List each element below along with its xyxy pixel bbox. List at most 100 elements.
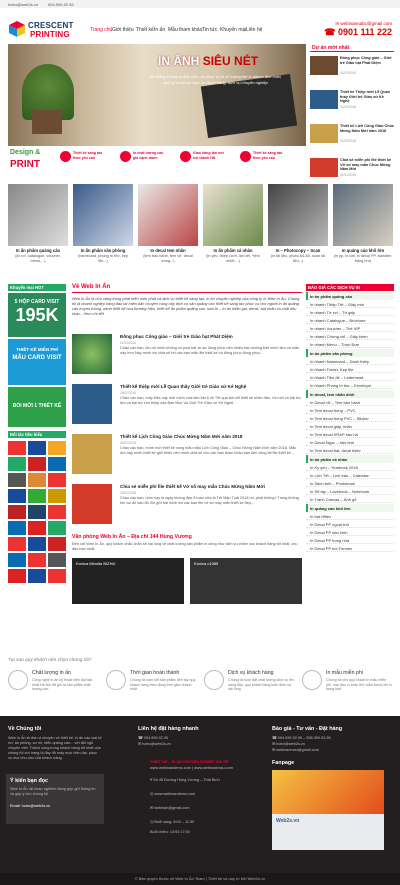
product-card[interactable]: In ấn phẩm quảng cáo (tờ rơi, catalogue, … bbox=[8, 184, 68, 271]
product-card[interactable]: In ấn phẩm cá nhân (in yêu, thiệp cưới, l… bbox=[203, 184, 263, 271]
hotline-phone[interactable]: ☎ 0901 111 222 bbox=[324, 27, 392, 38]
nav-samples[interactable]: Mẫu tham khảo bbox=[168, 27, 202, 33]
price-item[interactable]: In nhanh Menu – Thực Đơn bbox=[306, 340, 394, 348]
partner-logo[interactable] bbox=[8, 505, 26, 519]
nav-about[interactable]: Giới thiệu bbox=[112, 27, 134, 33]
price-item[interactable]: In Tranh Canvas – Ảnh gỗ bbox=[306, 495, 394, 503]
price-item[interactable]: In Decal PP bồi Formex bbox=[306, 544, 394, 552]
promo-banner-3[interactable]: ĐỔI MỚI 1 THIẾT KẾ bbox=[8, 387, 66, 427]
price-item[interactable]: In Tem decal KRAP bảo hà bbox=[306, 430, 394, 438]
partner-logo[interactable] bbox=[28, 489, 46, 503]
partner-logo[interactable] bbox=[48, 505, 66, 519]
machine-photo-1[interactable]: Konica Minolta BIZHU bbox=[72, 558, 184, 604]
price-group[interactable]: In decal, tem nhãn dính bbox=[306, 390, 394, 398]
partner-logo[interactable] bbox=[48, 537, 66, 551]
price-item[interactable]: In bạt Hiflex bbox=[306, 512, 394, 520]
news-item[interactable]: Chia sẻ miễn phí file thiết kế Vở số may… bbox=[310, 158, 394, 182]
nav-home[interactable]: Trang chủ bbox=[90, 27, 112, 33]
partner-logo[interactable] bbox=[48, 441, 66, 455]
price-item[interactable]: In Decal PP ngoài trời bbox=[306, 520, 394, 528]
price-item[interactable]: In nhanh Tờ rơi – Tờ gấp bbox=[306, 308, 394, 316]
price-group[interactable]: In ấn phẩm văn phòng bbox=[306, 349, 394, 357]
partner-logo[interactable] bbox=[48, 489, 66, 503]
price-item[interactable]: In Tem decal bạt, decal thiếc bbox=[306, 446, 394, 454]
article-item[interactable]: Thiết kế thiệp mời Lễ Quan thầy Giới trẻ… bbox=[72, 384, 302, 430]
partner-logo[interactable] bbox=[28, 569, 46, 583]
article-item[interactable]: Thiết kế Lịch Công Giáo Chúc Mừng Năm Mớ… bbox=[72, 434, 302, 480]
company-sites[interactable]: www.webinandemo.com | www.webinanmau.com bbox=[150, 766, 233, 771]
footer-order-email[interactable]: ✉ hotro@web2s.vn bbox=[138, 742, 171, 747]
partner-logo[interactable] bbox=[28, 473, 46, 487]
partner-logo[interactable] bbox=[8, 537, 26, 551]
news-item[interactable]: Thiết kế Thiệp mời Lễ Quan thầy Giới trẻ… bbox=[310, 90, 394, 114]
news-item[interactable]: Thiết kế Lịch Công Giáo Chúc Mừng Năm Mớ… bbox=[310, 124, 394, 148]
partner-logo[interactable] bbox=[8, 457, 26, 471]
product-card[interactable]: In decal tem nhãn (tem bảo hành, tem vỡ, … bbox=[138, 184, 198, 271]
partner-logo[interactable] bbox=[8, 441, 26, 455]
nav-contact[interactable]: Liên hệ bbox=[246, 27, 262, 33]
product-card[interactable]: In – Photocopy – Scan (in tài liệu, photo… bbox=[268, 184, 328, 271]
partner-logo[interactable] bbox=[28, 505, 46, 519]
price-item[interactable]: In Lịch Tết – Lịch bàn – Calendar bbox=[306, 471, 394, 479]
nav-news[interactable]: Tin tức bbox=[202, 27, 217, 33]
news-item[interactable]: Đồng phục Công giáo – Giới trẻ Giáo hạt … bbox=[310, 56, 394, 80]
promo-banner-2[interactable]: THIẾT KẾ MIỄN PHÍ MẪU CARD VISIT bbox=[8, 339, 66, 385]
promo-banner-1[interactable]: 5 HỘP CARD VISIT 195K bbox=[8, 293, 66, 337]
partner-logo[interactable] bbox=[28, 441, 46, 455]
fanpage-widget[interactable]: Web2s.vn bbox=[272, 770, 384, 850]
partner-logo[interactable] bbox=[48, 457, 66, 471]
partner-logo[interactable] bbox=[8, 489, 26, 503]
price-group[interactable]: In ấn phẩm quảng cáo bbox=[306, 292, 394, 300]
nav-promo[interactable]: Khuyến mại bbox=[220, 27, 246, 33]
price-item[interactable]: In nhanh Namecard – Danh thiếp bbox=[306, 357, 394, 365]
topbar-email[interactable]: hotro@web2s.vn bbox=[8, 2, 38, 7]
fanpage-name[interactable]: Web2s.vn bbox=[276, 818, 299, 824]
partner-logo[interactable] bbox=[8, 553, 26, 567]
partner-logo[interactable] bbox=[28, 457, 46, 471]
footer-quote-phone[interactable]: ☎ 094.999.92.95 – 098.399.92.95 bbox=[272, 736, 331, 741]
price-item[interactable]: In Tem decal trong – PVC bbox=[306, 406, 394, 414]
partner-logo[interactable] bbox=[28, 537, 46, 551]
footer-quote-email2[interactable]: ✉ webinanmau@gmail.com bbox=[272, 748, 319, 753]
price-item[interactable]: In Tem decal giấy, nhãn bbox=[306, 422, 394, 430]
price-group[interactable]: In quảng cáo khổ lớn bbox=[306, 504, 394, 512]
company-mail[interactable]: ✉ webinan@gmail.com bbox=[150, 806, 190, 811]
hero-banner[interactable]: IN ẤNH SIÊU NÉT Hệ thống 6 máy in ảnh si… bbox=[8, 44, 306, 146]
partner-logo[interactable] bbox=[28, 553, 46, 567]
article-item[interactable]: Đồng phục Công giáo – Giới trẻ Giáo hạt … bbox=[72, 334, 302, 380]
partner-logo[interactable] bbox=[8, 521, 26, 535]
price-item[interactable]: In nhanh Catalogue – Brochure bbox=[306, 316, 394, 324]
price-item[interactable]: In Sách ảnh – Photobook bbox=[306, 479, 394, 487]
product-card[interactable]: In quảng cáo khổ lớn (in pp, in bạt, in d… bbox=[333, 184, 393, 271]
price-item[interactable]: In nhanh Folder, Kẹp file bbox=[306, 365, 394, 373]
price-item[interactable]: In nhanh Thiệp Tết – Giấy mời bbox=[306, 300, 394, 308]
footer-quote-email[interactable]: ✉ hotro@web2s.vn bbox=[272, 742, 305, 747]
logo[interactable]: CRESCENT PRINTING bbox=[8, 19, 73, 41]
partner-logo[interactable] bbox=[48, 521, 66, 535]
partner-logo[interactable] bbox=[48, 553, 66, 567]
partner-logo[interactable] bbox=[28, 521, 46, 535]
footer-order-phone[interactable]: ☎ 094.999.92.95 bbox=[138, 736, 168, 741]
nav-design[interactable]: Thiết kế bbox=[136, 27, 154, 33]
price-item[interactable]: In Kỷ yếu – Yearbook 2018 bbox=[306, 463, 394, 471]
price-item[interactable]: In nhanh Phong bì thư – Envelope bbox=[306, 381, 394, 389]
price-item[interactable]: In nhanh Voucher – Thẻ VIP bbox=[306, 324, 394, 332]
machine-photo-2[interactable]: Konica c1085 bbox=[190, 558, 302, 604]
article-item[interactable]: Chia sẻ miễn phí file thiết kế Vở số may… bbox=[72, 484, 302, 530]
price-item[interactable]: In Decal vỡ – Tem bảo hành bbox=[306, 398, 394, 406]
price-item[interactable]: In nhanh Tiêu đề – Letterhead bbox=[306, 373, 394, 381]
nav-print[interactable]: In ấn bbox=[154, 27, 165, 33]
partner-logo[interactable] bbox=[48, 473, 66, 487]
feedback-email[interactable]: Email: hotro@web2s.vn bbox=[10, 804, 50, 809]
price-item[interactable]: In Decal PP trong nhà bbox=[306, 536, 394, 544]
price-item[interactable]: In Decal Ngọc – bảo tem bbox=[306, 438, 394, 446]
topbar-phone[interactable]: 094.999.92.95 bbox=[48, 2, 74, 7]
company-website[interactable]: ◎ www.webinandemo.com bbox=[150, 792, 195, 797]
price-item[interactable]: In nhanh Chứng chỉ – Giấy khen bbox=[306, 332, 394, 340]
price-item[interactable]: In Sổ tay – Lovebook – Notebook bbox=[306, 487, 394, 495]
price-item[interactable]: In Tem decal trong PVC – Sticker bbox=[306, 414, 394, 422]
partner-logo[interactable] bbox=[48, 569, 66, 583]
price-group[interactable]: In ấn phẩm cá nhân bbox=[306, 455, 394, 463]
product-card[interactable]: In ấn phẩm văn phòng (namecard, phong bì … bbox=[73, 184, 133, 271]
partner-logo[interactable] bbox=[8, 473, 26, 487]
